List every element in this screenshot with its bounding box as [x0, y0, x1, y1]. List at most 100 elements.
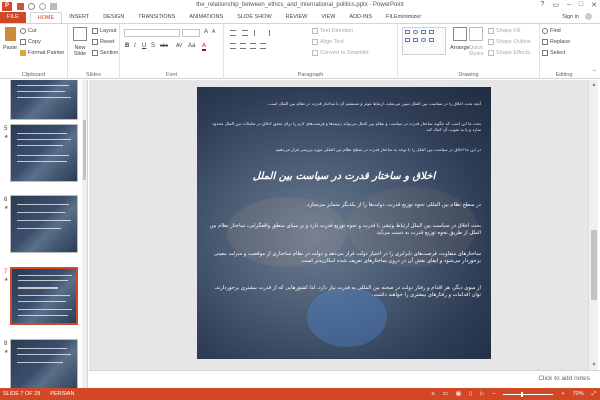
- current-slide[interactable]: آنچه بحث اخلاق را در سیاست بین الملل تبی…: [197, 87, 491, 359]
- find-button[interactable]: Find: [542, 28, 561, 34]
- tab-transitions[interactable]: TRANSITIONS: [131, 12, 182, 23]
- zoom-in-icon[interactable]: +: [561, 391, 564, 397]
- thumbnail-row[interactable]: 6 ★: [0, 195, 87, 263]
- tab-slide-show[interactable]: SLIDE SHOW: [230, 12, 279, 23]
- tab-fileminimizer[interactable]: FILEminimizer: [379, 12, 428, 23]
- zoom-slider-knob[interactable]: [521, 391, 524, 397]
- tab-view[interactable]: VIEW: [314, 12, 342, 23]
- cut-button[interactable]: Cut: [20, 28, 37, 34]
- thumbnail-row-selected[interactable]: 7 ★: [0, 267, 87, 335]
- underline-button[interactable]: U: [142, 43, 146, 49]
- slide-body-paragraph[interactable]: ساختارهای متفاوت، فرصت‌های نابرابری را د…: [207, 251, 481, 265]
- canvas-scrollbar-thumb[interactable]: [591, 230, 597, 300]
- thumbnail-row[interactable]: [0, 80, 87, 130]
- oval-shape-icon[interactable]: [413, 30, 418, 34]
- thumbnail-scrollbar[interactable]: [82, 80, 87, 388]
- change-case-button[interactable]: Aa: [188, 43, 195, 49]
- tab-animations[interactable]: ANIMATIONS: [182, 12, 230, 23]
- shadow-button[interactable]: S: [151, 43, 155, 49]
- scroll-up-icon[interactable]: ▲: [591, 82, 597, 88]
- thumbnail-row[interactable]: 5 ★: [0, 124, 87, 192]
- reset-button[interactable]: Reset: [92, 39, 114, 45]
- zoom-level[interactable]: 70%: [573, 391, 584, 397]
- align-right-icon[interactable]: [250, 43, 256, 49]
- align-left-icon[interactable]: [230, 43, 236, 49]
- slide-body-paragraph[interactable]: از سوی دیگر، هر اقدام و رفتار دولت در صح…: [207, 285, 481, 299]
- text-direction-button[interactable]: Text Direction: [312, 28, 353, 34]
- arrange-button[interactable]: Arrange: [450, 27, 470, 51]
- character-spacing-button[interactable]: AV: [176, 43, 182, 49]
- fit-to-window-icon[interactable]: ⤢: [592, 391, 596, 398]
- avatar[interactable]: [585, 13, 592, 20]
- thumbnail-row[interactable]: 8 ★: [0, 339, 87, 388]
- slide-sorter-icon[interactable]: ▦: [456, 391, 461, 397]
- bracket-shape-icon[interactable]: [429, 38, 434, 42]
- arrow-shape-icon[interactable]: [429, 30, 434, 34]
- slide-thumbnail[interactable]: [10, 124, 78, 182]
- replace-button[interactable]: Replace: [542, 39, 570, 45]
- quick-styles-button[interactable]: Quick Styles: [468, 27, 484, 57]
- tab-add-ins[interactable]: ADD-INS: [342, 12, 379, 23]
- scroll-down-icon[interactable]: ▼: [591, 362, 597, 368]
- shape-fill-button[interactable]: Shape Fill: [488, 28, 520, 34]
- bold-button[interactable]: B: [125, 43, 129, 49]
- zoom-out-icon[interactable]: –: [492, 391, 495, 397]
- shape-effects-button[interactable]: Shape Effects: [488, 50, 530, 56]
- normal-view-icon[interactable]: ▭: [443, 391, 448, 397]
- strikethrough-button[interactable]: abc: [160, 43, 168, 49]
- sign-in-link[interactable]: Sign in: [562, 14, 579, 20]
- slide-intro-line[interactable]: در این جا اخلاق در سیاست بین الملل را با…: [207, 147, 481, 153]
- copy-button[interactable]: Copy: [20, 39, 41, 45]
- tab-file[interactable]: FILE: [0, 12, 26, 23]
- align-text-button[interactable]: Align Text: [312, 39, 344, 45]
- align-center-icon[interactable]: [240, 43, 246, 49]
- help-icon[interactable]: ?: [540, 1, 544, 9]
- bullets-icon[interactable]: [230, 30, 236, 36]
- font-size-box[interactable]: [182, 29, 200, 37]
- circle-shape-icon[interactable]: [421, 38, 426, 42]
- notes-placeholder[interactable]: Click to add notes: [538, 375, 590, 382]
- new-slide-button[interactable]: New Slide: [71, 27, 89, 57]
- slideshow-view-icon[interactable]: ▷: [480, 391, 484, 397]
- shrink-font-icon[interactable]: A: [212, 29, 215, 35]
- layout-button[interactable]: Layout: [92, 28, 117, 34]
- slide-body-paragraph[interactable]: در سطح نظام بین المللی نحوه توزیع قدرت، …: [207, 202, 481, 209]
- canvas-scrollbar[interactable]: ▲ ▼: [588, 80, 598, 370]
- collapse-ribbon-icon[interactable]: ⌃: [592, 69, 597, 76]
- font-name-box[interactable]: [124, 29, 180, 37]
- line-shape-icon[interactable]: [421, 30, 426, 34]
- slide-thumbnail[interactable]: [10, 195, 78, 253]
- numbering-icon[interactable]: [242, 30, 248, 36]
- select-button[interactable]: Select: [542, 50, 565, 56]
- convert-smartart-button[interactable]: Convert to SmartArt: [312, 50, 369, 56]
- language-indicator[interactable]: PERSIAN: [50, 391, 74, 397]
- format-painter-button[interactable]: Format Painter: [20, 50, 64, 56]
- slide-thumbnail[interactable]: [10, 339, 78, 388]
- increase-indent-icon[interactable]: [264, 30, 270, 36]
- triangle-shape-icon[interactable]: [405, 38, 410, 42]
- font-color-button[interactable]: A: [202, 43, 207, 51]
- slide-thumbnail[interactable]: [10, 267, 78, 325]
- tab-home[interactable]: HOME: [29, 12, 63, 23]
- paste-button[interactable]: Paste: [3, 27, 17, 51]
- notes-toggle-icon[interactable]: ≡: [431, 391, 434, 397]
- justify-icon[interactable]: [260, 43, 266, 49]
- minimize-icon[interactable]: –: [567, 1, 571, 9]
- notes-pane[interactable]: Click to add notes: [89, 370, 600, 388]
- grow-font-icon[interactable]: A: [204, 29, 208, 35]
- close-icon[interactable]: ✕: [591, 1, 597, 9]
- rectangle-shape-icon[interactable]: [405, 30, 410, 34]
- maximize-icon[interactable]: □: [579, 1, 583, 9]
- shapes-gallery[interactable]: [402, 27, 446, 55]
- zoom-slider[interactable]: [503, 391, 554, 397]
- ribbon-display-icon[interactable]: ▭: [552, 1, 559, 9]
- tab-insert[interactable]: INSERT: [62, 12, 96, 23]
- tab-review[interactable]: REVIEW: [279, 12, 315, 23]
- tab-design[interactable]: DESIGN: [96, 12, 131, 23]
- slide-thumbnail[interactable]: [10, 80, 78, 120]
- slide-body-paragraph[interactable]: بحث اخلاق در سیاست بین الملل ارتباط وثیق…: [207, 223, 481, 237]
- shape-outline-button[interactable]: Shape Outline: [488, 39, 531, 45]
- slide-title[interactable]: اخلاق و ساختار قدرت در سیاست بین الملل: [207, 171, 481, 182]
- slide-intro-line[interactable]: آنچه بحث اخلاق را در سیاست بین الملل تبی…: [207, 101, 481, 107]
- decrease-indent-icon[interactable]: [254, 30, 260, 36]
